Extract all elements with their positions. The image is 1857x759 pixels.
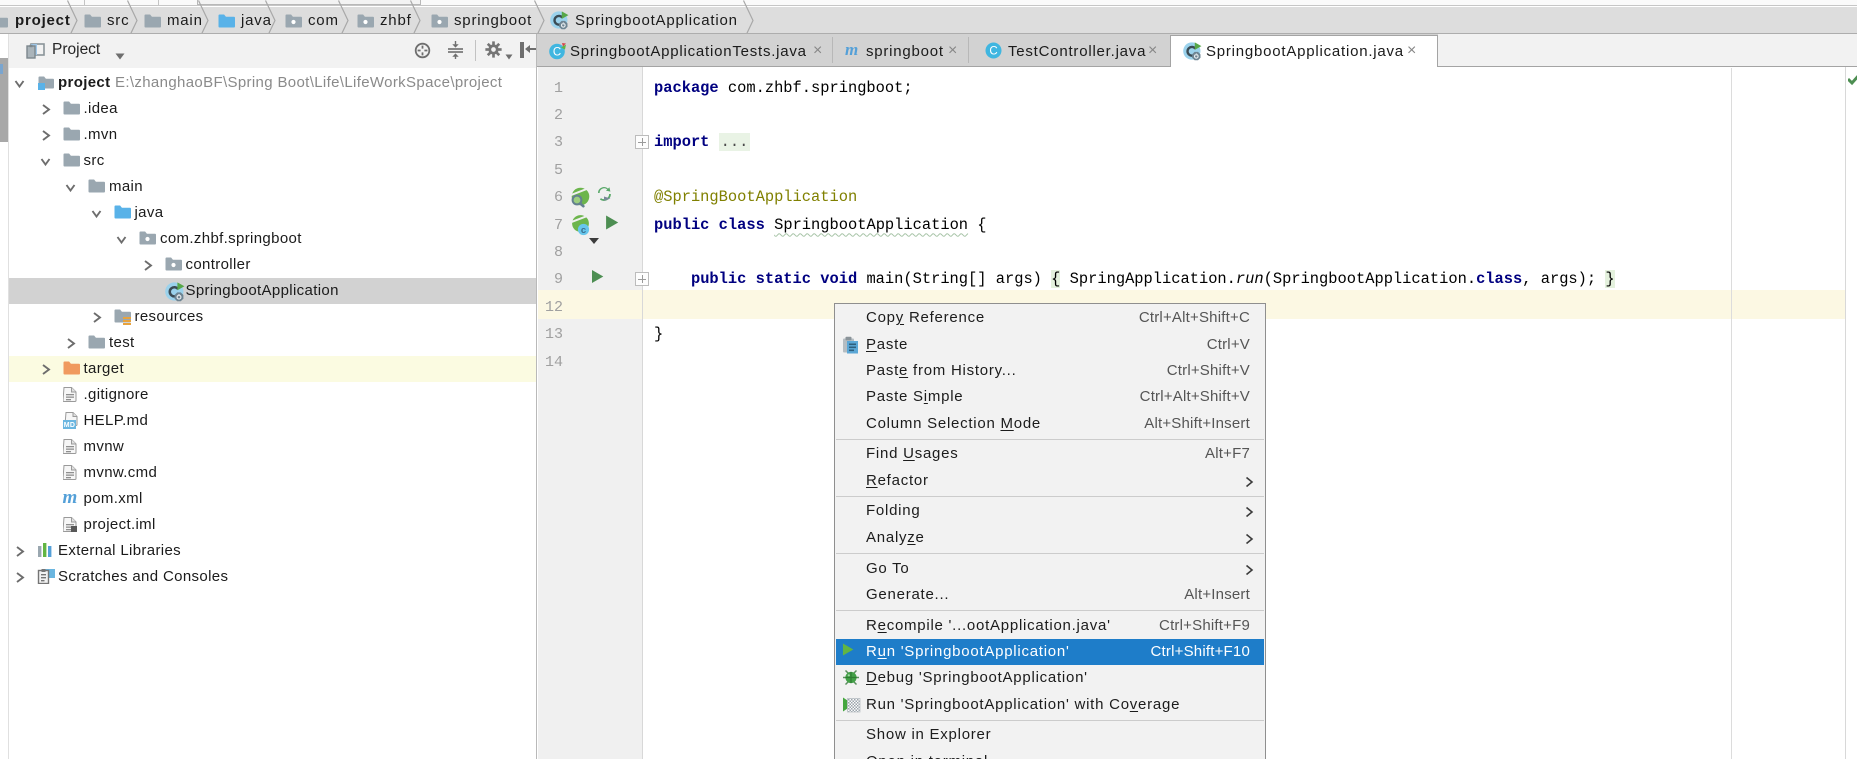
- svg-text:c: c: [581, 225, 586, 236]
- svg-text:MD: MD: [63, 422, 75, 429]
- svg-text:C: C: [989, 46, 997, 58]
- svg-text:C: C: [553, 47, 561, 59]
